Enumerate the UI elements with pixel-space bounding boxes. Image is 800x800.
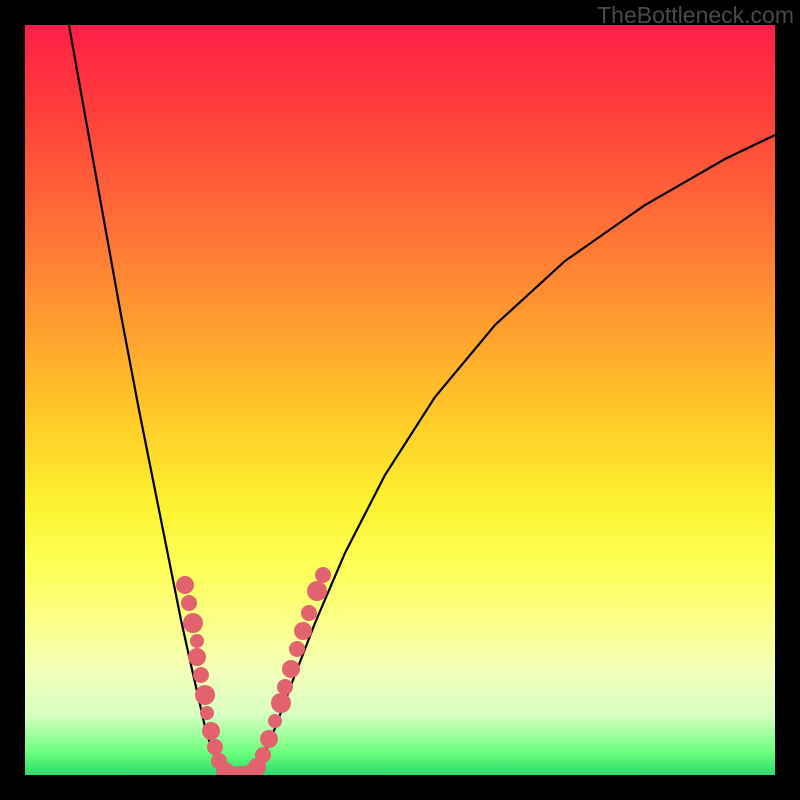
- curve-marker: [255, 747, 271, 763]
- curve-marker: [188, 648, 206, 666]
- curve-marker: [307, 581, 327, 601]
- curve-markers: [176, 567, 331, 775]
- curve-marker: [190, 634, 204, 648]
- curve-marker: [277, 679, 293, 695]
- curve-marker: [289, 641, 305, 657]
- curve-marker: [193, 667, 209, 683]
- curve-right: [255, 135, 775, 770]
- chart-svg: [25, 25, 775, 775]
- chart-frame: TheBottleneck.com: [0, 0, 800, 800]
- curve-marker: [207, 739, 223, 755]
- curve-marker: [315, 567, 331, 583]
- chart-plot-area: [25, 25, 775, 775]
- curve-marker: [183, 613, 203, 633]
- curve-marker: [271, 693, 291, 713]
- curve-marker: [176, 576, 194, 594]
- curve-marker: [260, 730, 278, 748]
- curve-marker: [200, 706, 214, 720]
- curve-marker: [202, 722, 220, 740]
- curve-marker: [195, 685, 215, 705]
- curve-marker: [181, 595, 197, 611]
- curve-marker: [268, 714, 282, 728]
- curve-marker: [294, 622, 312, 640]
- curve-marker: [301, 605, 317, 621]
- curve-marker: [282, 660, 300, 678]
